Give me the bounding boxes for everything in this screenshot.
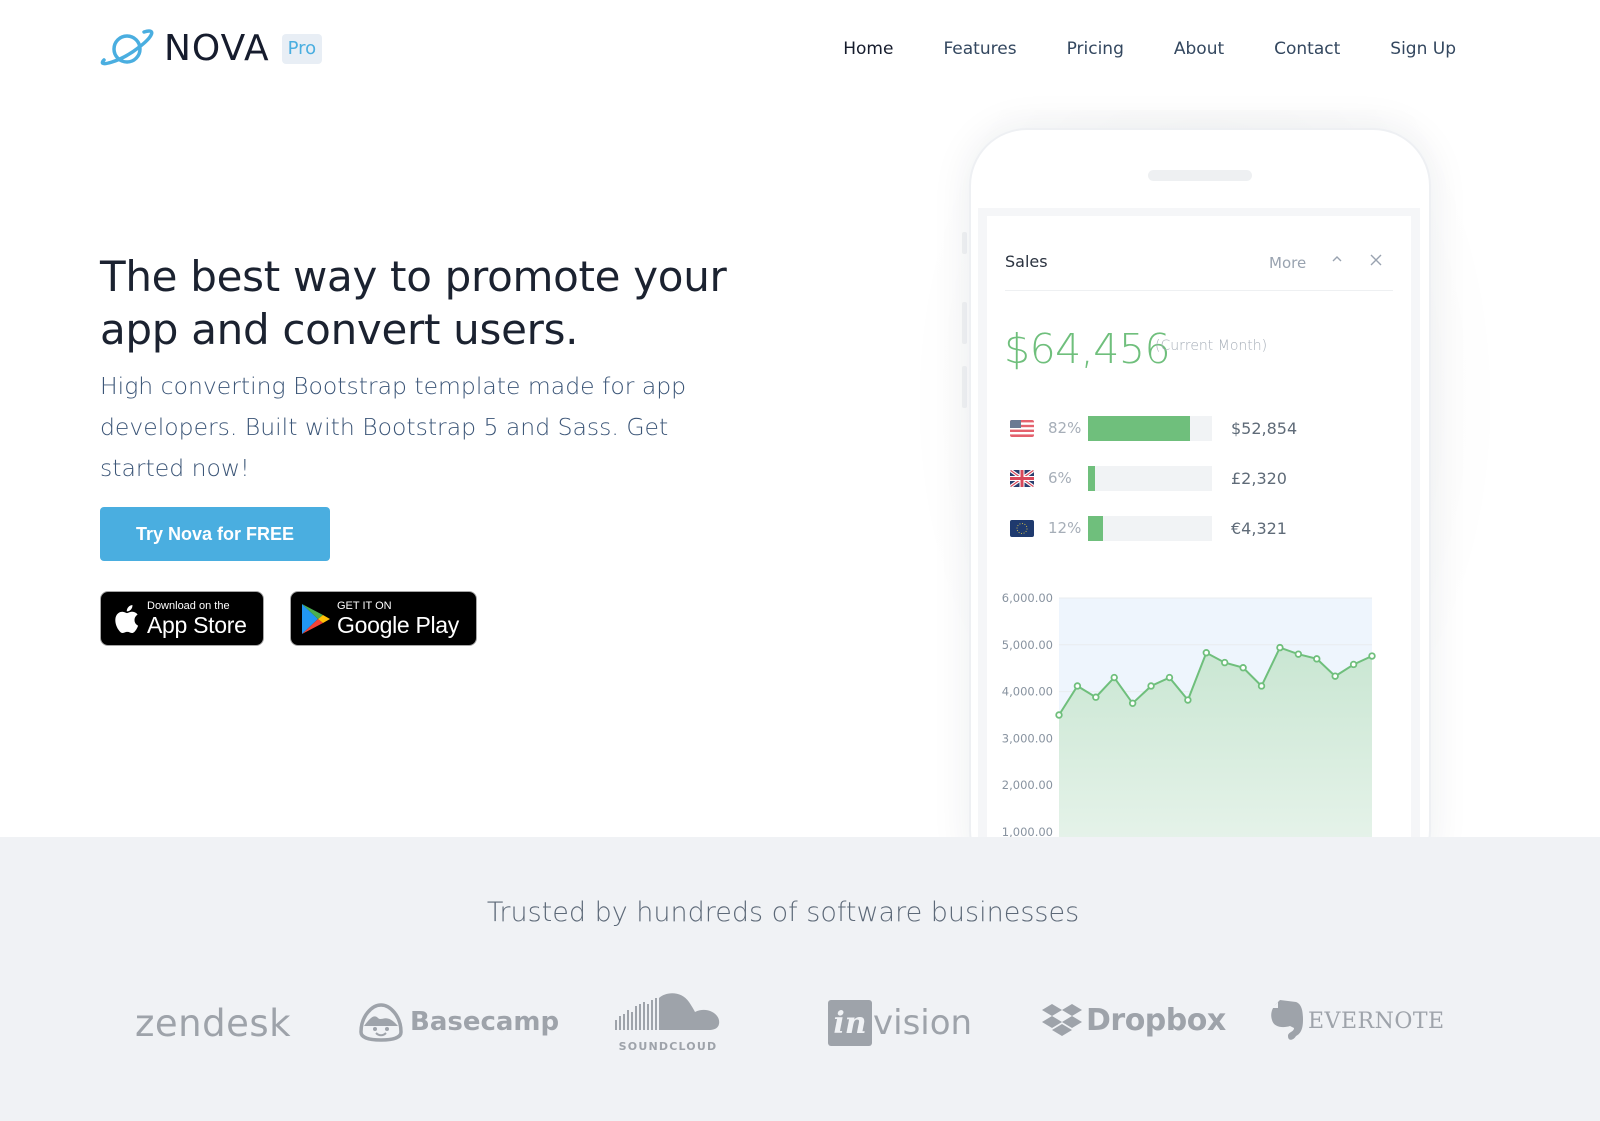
chart-point <box>1128 699 1137 707</box>
sales-amount: €4,321 <box>1231 518 1287 538</box>
sales-amount: £2,320 <box>1231 468 1287 488</box>
chart-point <box>1055 711 1063 719</box>
phone-volume-down <box>962 366 967 408</box>
close-icon[interactable] <box>1369 252 1383 272</box>
chart-point <box>1092 693 1100 701</box>
evernote-elephant-icon <box>1271 1000 1303 1040</box>
trusted-title: Trusted by hundreds of software business… <box>486 897 1080 928</box>
phone-side-button <box>962 232 967 254</box>
y-tick-label: 6,000.00 <box>1002 591 1053 605</box>
y-tick-label: 4,000.00 <box>1002 685 1053 699</box>
y-tick-label: 5,000.00 <box>1002 638 1053 652</box>
chart-point <box>1276 643 1284 652</box>
pro-badge: Pro <box>281 34 323 64</box>
y-tick-label: 2,000.00 <box>1002 778 1053 792</box>
nav-home[interactable]: Home <box>843 36 893 62</box>
sales-progress-track <box>1088 515 1212 541</box>
google-play-small-text: GET IT ON <box>337 599 392 612</box>
sales-percent: 6% <box>1048 469 1072 487</box>
chevron-up-icon[interactable] <box>1330 252 1344 270</box>
phone-volume-up <box>962 302 967 344</box>
soundcloud-icon <box>615 993 720 1030</box>
sales-progress-fill <box>1088 415 1190 441</box>
chart-point <box>1147 682 1155 690</box>
sales-progress-track <box>1088 415 1212 441</box>
invision-mark: in <box>828 1000 872 1046</box>
google-play-icon <box>301 602 331 636</box>
dropbox-logo: Dropbox <box>1042 1003 1226 1038</box>
basecamp-logo-text: Basecamp <box>410 1007 560 1037</box>
chart-point <box>1165 673 1174 682</box>
invision-logo: in vision <box>828 1000 972 1046</box>
chart-point <box>1331 672 1339 680</box>
planet-logo-icon <box>100 29 154 66</box>
sales-card-title: Sales <box>1005 252 1048 271</box>
apple-icon <box>111 602 141 636</box>
trusted-section <box>0 837 1600 1121</box>
sales-amount: $52,854 <box>1231 418 1298 438</box>
chart-point <box>1257 682 1266 690</box>
brand-name: NOVA <box>164 28 270 69</box>
hero-subtitle: High converting Bootstrap template made … <box>100 372 687 482</box>
google-play-badge[interactable]: GET IT ON Google Play <box>290 591 477 646</box>
chart-point <box>1202 649 1210 657</box>
sales-total: $64,456 <box>1004 325 1171 373</box>
us-flag-icon <box>1010 419 1034 437</box>
chart-point <box>1110 673 1118 682</box>
chart-point <box>1313 655 1321 663</box>
dropbox-icon <box>1042 1003 1082 1036</box>
google-play-big-text: Google Play <box>337 611 459 638</box>
try-free-button[interactable]: Try Nova for FREE <box>100 507 330 561</box>
sales-percent: 82% <box>1048 419 1082 437</box>
chart-point <box>1368 652 1376 660</box>
y-tick-label: 3,000.00 <box>1002 731 1053 745</box>
sales-row-uk: 6% £2,320 <box>1010 465 1287 491</box>
sales-progress-fill <box>1088 515 1103 541</box>
chart-point <box>1239 664 1247 672</box>
invision-logo-text: vision <box>873 1003 973 1043</box>
app-store-small-text: Download on the <box>147 599 230 612</box>
evernote-logo-text: EVERNOTE <box>1308 1008 1445 1034</box>
phone-speaker <box>1148 170 1252 181</box>
dropbox-logo-text: Dropbox <box>1086 1003 1226 1038</box>
chart-point <box>1221 658 1229 667</box>
app-store-badge[interactable]: Download on the App Store <box>100 591 264 646</box>
hero-title: The best way to promote your app and con… <box>100 252 727 354</box>
chart-point <box>1184 696 1192 704</box>
basecamp-icon <box>359 1003 403 1042</box>
chart-point <box>1294 650 1303 658</box>
nav-pricing[interactable]: Pricing <box>1067 36 1124 62</box>
brand-link[interactable]: NOVA Pro <box>100 28 323 70</box>
soundcloud-logo-text: SOUNDCLOUD <box>618 1040 718 1053</box>
soundcloud-logo: SOUNDCLOUD <box>615 992 721 1053</box>
main-nav: Home Features Pricing About Contact Sign… <box>793 36 1456 62</box>
navbar: NOVA Pro Home Features Pricing About Con… <box>0 0 1600 100</box>
nav-features[interactable]: Features <box>943 36 1016 62</box>
nav-sign-up[interactable]: Sign Up <box>1390 36 1456 62</box>
nav-about[interactable]: About <box>1174 36 1224 62</box>
uk-flag-icon <box>1010 469 1034 487</box>
sales-row-us: 82% $52,854 <box>1010 415 1297 441</box>
card-divider <box>1005 290 1393 291</box>
chart-point <box>1073 682 1082 690</box>
zendesk-logo-text: zendesk <box>135 1002 292 1045</box>
sales-progress-fill <box>1088 465 1096 491</box>
more-link[interactable]: More <box>1269 254 1306 272</box>
evernote-logo: EVERNOTE <box>1270 1000 1445 1042</box>
sales-progress-track <box>1088 465 1212 491</box>
chart-point <box>1349 660 1358 669</box>
zendesk-logo: zendesk <box>135 1002 291 1045</box>
app-store-big-text: App Store <box>147 611 247 638</box>
sales-percent: 12% <box>1048 519 1082 537</box>
nav-contact[interactable]: Contact <box>1274 36 1340 62</box>
basecamp-logo: Basecamp <box>358 1002 559 1042</box>
eu-flag-icon <box>1010 519 1034 537</box>
sales-row-eu: 12% €4,321 <box>1010 515 1287 541</box>
sales-chart: 6,000.00 5,000.00 4,000.00 3,000.00 2,000.00… <box>1002 591 1376 845</box>
sales-total-note: (Current Month) <box>1155 338 1268 354</box>
